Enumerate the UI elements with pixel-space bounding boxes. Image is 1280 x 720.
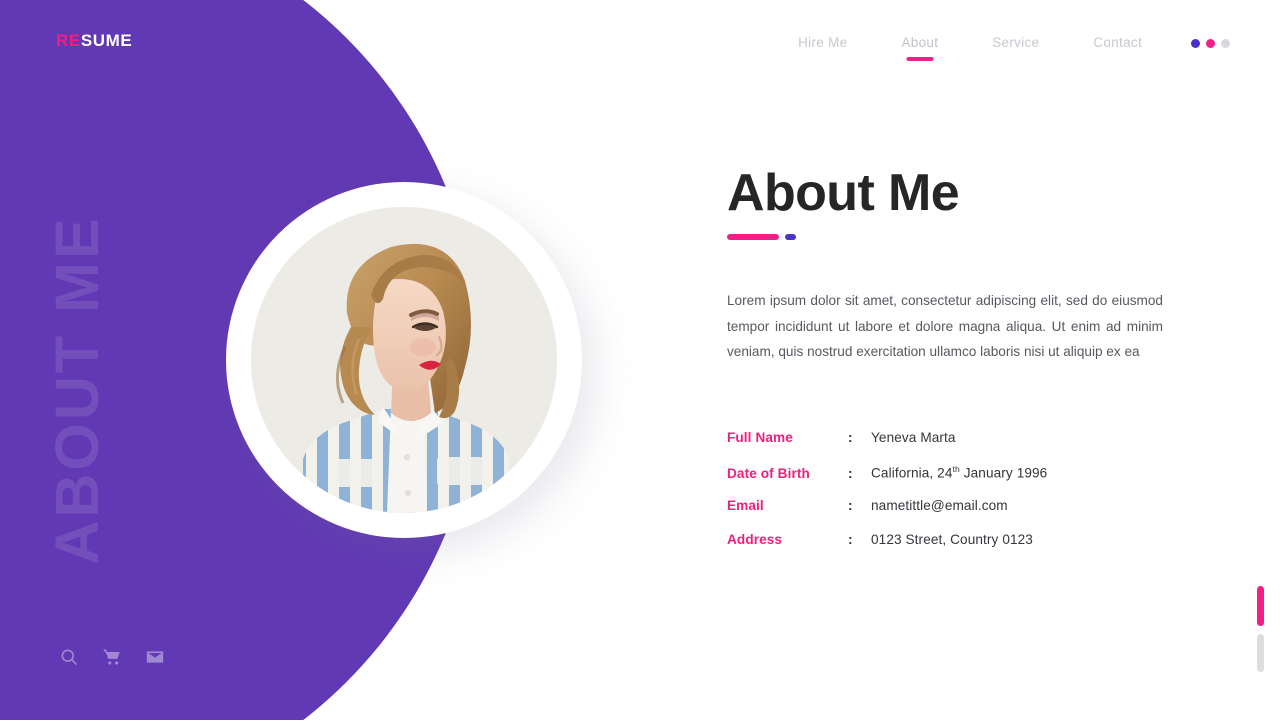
detail-separator: : [848,532,853,547]
detail-row-date-of-birth: Date of Birth : California, 24th January… [727,464,1163,498]
detail-separator: : [848,465,853,481]
detail-row-address: Address : 0123 Street, Country 0123 [727,532,1163,566]
profile-photo-image [251,207,557,513]
detail-value-address: 0123 Street, Country 0123 [871,532,1033,547]
accent-bar-pink [727,234,779,240]
brand-logo-part2: SUME [80,31,133,50]
header-dot-2[interactable] [1206,38,1215,48]
personal-details-list: Full Name : Yeneva Marta Date of Birth :… [727,430,1163,566]
detail-label-date-of-birth: Date of Birth [727,465,810,481]
brand-logo[interactable]: RESUME [56,32,132,49]
nav-item-hire-me[interactable]: Hire Me [771,30,874,56]
header-dot-3[interactable] [1221,38,1230,48]
dob-ordinal-suffix: th [952,464,960,474]
detail-value-email[interactable]: nametittle@email.com [871,498,1008,513]
detail-row-email: Email : nametittle@email.com [727,498,1163,532]
nav-item-service-label: Service [992,35,1040,50]
accent-bar-purple [785,234,796,240]
detail-value-date-of-birth: California, 24th January 1996 [871,464,1047,481]
brand-logo-part1: RE [56,31,81,50]
bottom-utility-icons [58,646,166,668]
site-header: RESUME Hire Me About Service Contact [0,0,1280,84]
detail-row-full-name: Full Name : Yeneva Marta [727,430,1163,464]
detail-value-full-name: Yeneva Marta [871,430,956,445]
nav-item-hire-me-label: Hire Me [798,35,848,50]
detail-label-email: Email [727,498,764,513]
search-icon[interactable] [58,646,80,668]
detail-label-address: Address [727,532,783,547]
title-accent-bars [727,234,796,240]
nav-item-contact-label: Contact [1093,35,1142,50]
slide-indicator-bar-idle[interactable] [1257,634,1264,672]
mail-icon[interactable] [144,646,166,668]
header-dot-1[interactable] [1191,38,1200,48]
nav-item-about[interactable]: About [874,30,965,61]
nav-item-contact[interactable]: Contact [1066,30,1169,56]
about-content: About Me Lorem ipsum dolor sit amet, con… [727,0,1197,720]
page-title: About Me [727,164,960,222]
cart-icon[interactable] [101,646,123,668]
profile-portrait [226,182,582,538]
slide-indicator-bar-active[interactable] [1257,586,1264,626]
nav-item-service[interactable]: Service [965,30,1066,56]
detail-label-full-name: Full Name [727,430,793,445]
slide-indicator [1257,586,1264,672]
detail-separator: : [848,498,853,513]
dob-post: January 1996 [959,465,1048,481]
nav-active-underline [906,57,934,61]
nav-item-about-label: About [901,35,939,50]
about-paragraph: Lorem ipsum dolor sit amet, consectetur … [727,293,1163,360]
header-dot-indicators [1191,38,1230,48]
page-root: ABOUT ME RESUME Hire Me About Service Co… [0,0,1280,720]
main-navigation: Hire Me About Service Contact [771,30,1230,61]
profile-photo [251,207,557,513]
dob-pre: California, 24 [871,465,953,481]
detail-separator: : [848,430,853,445]
